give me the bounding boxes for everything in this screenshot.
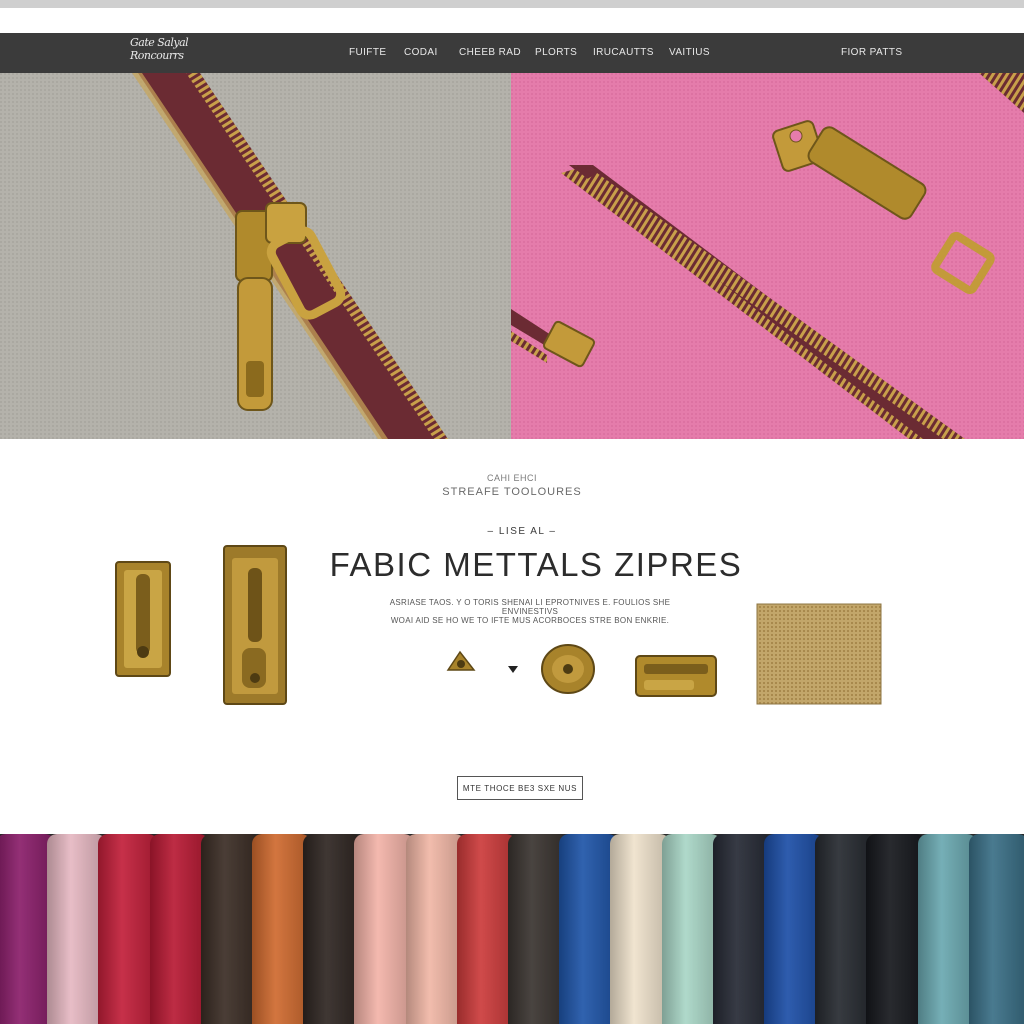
logo-line-2: Roncourrs [130, 49, 184, 62]
section-kicker: CAHI EHCI [486, 473, 537, 483]
shop-button[interactable]: MTE THOCE BE3 SXE NUS [457, 776, 583, 800]
fabric-swatch[interactable] [866, 834, 926, 1024]
brand-logo[interactable]: Gate Salyal Roncourrs [130, 36, 210, 70]
fabric-swatch[interactable] [98, 834, 158, 1024]
nav-link-6[interactable]: VAITIUS [669, 47, 710, 58]
description-line-1: ASRIASE TAOS. Y O TORIS SHENAI LI EPROTN… [389, 598, 671, 616]
fabric-swatch[interactable] [354, 834, 414, 1024]
section-description: ASRIASE TAOS. Y O TORIS SHENAI LI EPROTN… [372, 598, 688, 625]
nav-link-2[interactable]: CODAI [404, 47, 438, 58]
fabric-swatch[interactable] [610, 834, 670, 1024]
logo-line-1: Gate Salyal [130, 36, 189, 49]
top-spacer [0, 8, 1024, 33]
nav-link-4[interactable]: PLORTS [535, 47, 577, 58]
fabric-swatch[interactable] [968, 834, 1024, 1024]
fabric-swatch[interactable] [149, 834, 209, 1024]
browser-top-strip [0, 0, 1024, 8]
zipper-puller-large-image[interactable] [222, 544, 288, 706]
fabric-swatch[interactable] [661, 834, 721, 1024]
grey-zipper-illustration [0, 73, 511, 439]
description-line-2: WOAI AID SE HO WE TO IFTE MUS ACORBOCES … [390, 616, 670, 625]
nav-link-3[interactable]: CHEEB RAD [459, 47, 521, 58]
section-tag: – LISE AL – [487, 526, 557, 537]
hero-image-pink-zipper [511, 73, 1024, 439]
small-triangle-icon [508, 666, 518, 673]
zipper-slider-image[interactable] [634, 650, 718, 700]
fabric-swatch[interactable] [405, 834, 465, 1024]
fabric-swatch-strip [0, 834, 1024, 1024]
zipper-stopper-image[interactable] [446, 650, 476, 674]
nav-link-1[interactable]: FUIFTE [349, 47, 386, 58]
metal-mesh-patch-image[interactable] [755, 602, 883, 706]
fabric-swatch[interactable] [917, 834, 977, 1024]
navigation-bar: Gate Salyal Roncourrs FUIFTE CODAI CHEEB… [0, 33, 1024, 73]
nav-link-right[interactable]: FIOR PATTS [841, 47, 902, 58]
pink-zipper-illustration [511, 73, 1024, 439]
zipper-puller-small-image[interactable] [114, 560, 172, 678]
section-subtitle: STREAFE TOOLOURES [442, 486, 582, 498]
nav-link-5[interactable]: IRUCAUTTS [593, 47, 654, 58]
snap-button-image[interactable] [540, 643, 596, 695]
hero-image-grey-zipper [0, 73, 511, 439]
